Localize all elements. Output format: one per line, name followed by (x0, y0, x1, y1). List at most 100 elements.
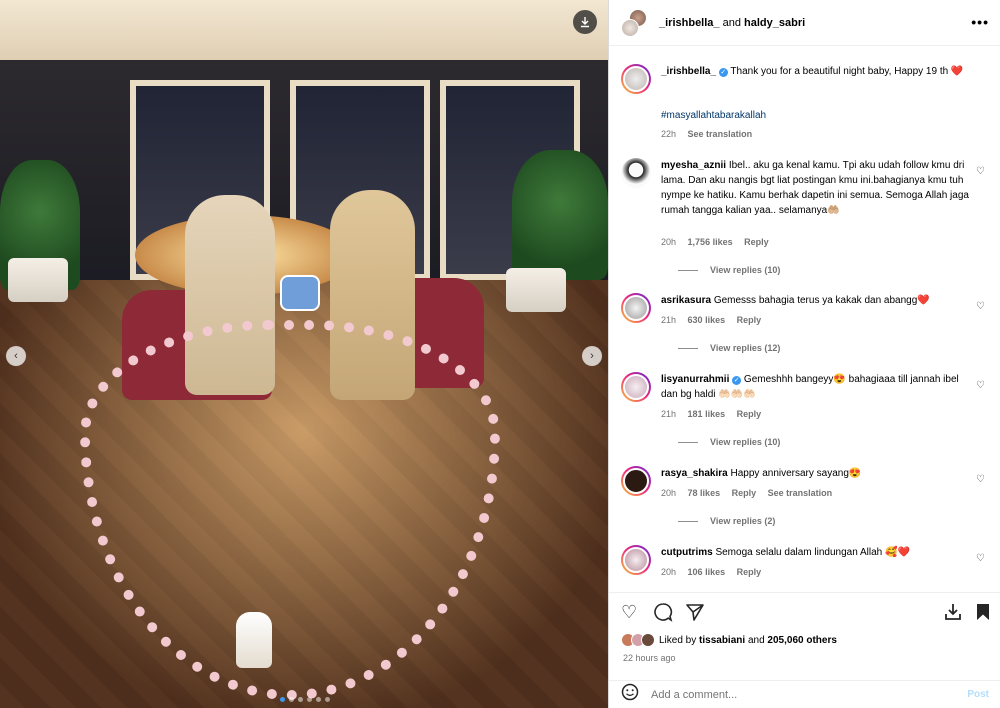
share-button[interactable] (685, 602, 705, 626)
caption-username[interactable]: _irishbella_ (661, 66, 716, 77)
comment-text: Gemesss bahagia terus ya kakak dan abang… (713, 295, 930, 306)
chevron-left-icon: ‹ (14, 350, 18, 362)
comment-time[interactable]: 20h (661, 488, 676, 498)
comments-scroll[interactable]: _irishbella_ ✓ Thank you for a beautiful… (609, 46, 1000, 591)
reply-button[interactable]: Reply (737, 315, 762, 325)
carousel-dot (307, 697, 312, 702)
reply-button[interactable]: Reply (744, 237, 769, 247)
comment-text-block: myesha_aznii Ibel.. aku ga kenal kamu. T… (661, 158, 971, 218)
comment-username[interactable]: asrikasura (661, 295, 711, 306)
download-icon (581, 17, 589, 28)
post-header: _irishbella_ and haldy_sabri ••• (609, 0, 1000, 46)
carousel-dot (325, 697, 330, 702)
liked-by-username[interactable]: tissabiani (699, 635, 745, 646)
collab-names: _irishbella_ and haldy_sabri (659, 17, 805, 29)
post-photo[interactable]: ‹ › (0, 0, 608, 708)
comment-text-block: cutputrims Semoga selalu dalam lindungan… (661, 545, 971, 560)
chevron-right-icon: › (590, 350, 594, 362)
see-translation-link[interactable]: See translation (768, 488, 833, 498)
collab-username[interactable]: haldy_sabri (744, 17, 805, 29)
photo-candle (236, 612, 272, 668)
comment-like-heart-icon[interactable]: ♡ (976, 474, 985, 485)
save-button[interactable] (975, 602, 991, 626)
action-bar: ♡ (609, 592, 1000, 630)
view-replies-button[interactable]: View replies (2) (678, 516, 775, 526)
comment-username[interactable]: lisyanurrahmii (661, 374, 729, 385)
liked-by-count[interactable]: 205,060 others (767, 635, 837, 646)
download-to-device-button[interactable] (943, 602, 963, 626)
avatar[interactable] (621, 372, 651, 402)
comment-likes[interactable]: 106 likes (688, 567, 726, 577)
comment-username[interactable]: rasya_shakira (661, 468, 728, 479)
comment-like-heart-icon[interactable]: ♡ (976, 553, 985, 564)
next-slide-button[interactable]: › (582, 346, 602, 366)
comment-likes[interactable]: 630 likes (688, 315, 726, 325)
caption-meta: 22h See translation (661, 129, 761, 139)
comment-meta: 20h 1,756 likes Reply (661, 237, 778, 247)
author-username[interactable]: _irishbella_ (659, 17, 720, 29)
avatar[interactable] (621, 466, 651, 496)
emoji-picker-button[interactable] (621, 683, 639, 706)
comment-meta: 21h 630 likes Reply (661, 315, 770, 325)
carousel-dot (280, 697, 285, 702)
post-comment-button[interactable]: Post (967, 689, 989, 700)
comment-meta: 21h 181 likes Reply (661, 409, 770, 419)
comment-time[interactable]: 21h (661, 409, 676, 419)
avatar[interactable] (621, 545, 651, 575)
comment-button[interactable] (653, 602, 673, 626)
comment-likes[interactable]: 78 likes (688, 488, 721, 498)
comment-time[interactable]: 20h (661, 567, 676, 577)
share-icon (686, 604, 704, 621)
comment-text: Happy anniversary sayang😍 (730, 468, 862, 479)
carousel-dot (298, 697, 303, 702)
comment-icon (654, 603, 673, 622)
comment-time[interactable]: 20h (661, 237, 676, 247)
comment-text: Semoga selalu dalam lindungan Allah 🥰❤️ (715, 547, 910, 558)
carousel-dots (280, 697, 330, 702)
comment-like-heart-icon[interactable]: ♡ (976, 166, 985, 177)
comment-likes[interactable]: 181 likes (688, 409, 726, 419)
view-replies-button[interactable]: View replies (10) (678, 265, 780, 275)
prev-slide-button[interactable]: ‹ (6, 346, 26, 366)
comment-like-heart-icon[interactable]: ♡ (976, 380, 985, 391)
likes-text: Liked by tissabiani and 205,060 others (659, 635, 837, 646)
heart-icon: ♡ (621, 602, 638, 622)
avatar[interactable] (621, 158, 651, 188)
likes-summary: Liked by tissabiani and 205,060 others (621, 633, 837, 647)
caption-time[interactable]: 22h (661, 129, 676, 139)
collab-avatars[interactable] (621, 8, 647, 37)
reply-button[interactable]: Reply (732, 488, 757, 498)
view-replies-button[interactable]: View replies (12) (678, 343, 780, 353)
carousel-dot (289, 697, 294, 702)
smiley-icon (621, 683, 639, 701)
avatar (621, 18, 639, 37)
photo-cake (280, 275, 320, 311)
comment-username[interactable]: myesha_aznii (661, 160, 726, 171)
comment-composer: Post (609, 680, 1000, 708)
comment-likes[interactable]: 1,756 likes (688, 237, 733, 247)
comment-text-block: rasya_shakira Happy anniversary sayang😍 (661, 466, 971, 481)
caption-hashtag[interactable]: #masyallahtabarakallah (661, 108, 971, 123)
comment-meta: 20h 78 likes Reply See translation (661, 488, 841, 498)
comment-like-heart-icon[interactable]: ♡ (976, 301, 985, 312)
caption-text: Thank you for a beautiful night baby, Ha… (730, 66, 964, 77)
photo-pot (506, 268, 566, 312)
avatar[interactable] (621, 64, 651, 94)
verified-badge-icon: ✓ (718, 68, 728, 77)
comment-time[interactable]: 21h (661, 315, 676, 325)
reply-button[interactable]: Reply (737, 567, 762, 577)
like-button[interactable]: ♡ (621, 602, 637, 622)
view-replies-button[interactable]: View replies (10) (678, 437, 780, 447)
avatar (641, 633, 655, 647)
avatar[interactable] (621, 293, 651, 323)
post-time[interactable]: 22 hours ago (623, 653, 676, 663)
comment-input[interactable] (651, 688, 968, 701)
more-options-button[interactable]: ••• (971, 14, 989, 30)
comment-username[interactable]: cutputrims (661, 547, 713, 558)
photo-pot (8, 258, 68, 302)
see-translation-link[interactable]: See translation (688, 129, 753, 139)
reply-button[interactable]: Reply (737, 409, 762, 419)
download-button[interactable] (573, 10, 597, 34)
collab-joiner: and (722, 16, 741, 29)
caption-text-block: _irishbella_ ✓ Thank you for a beautiful… (661, 64, 971, 79)
